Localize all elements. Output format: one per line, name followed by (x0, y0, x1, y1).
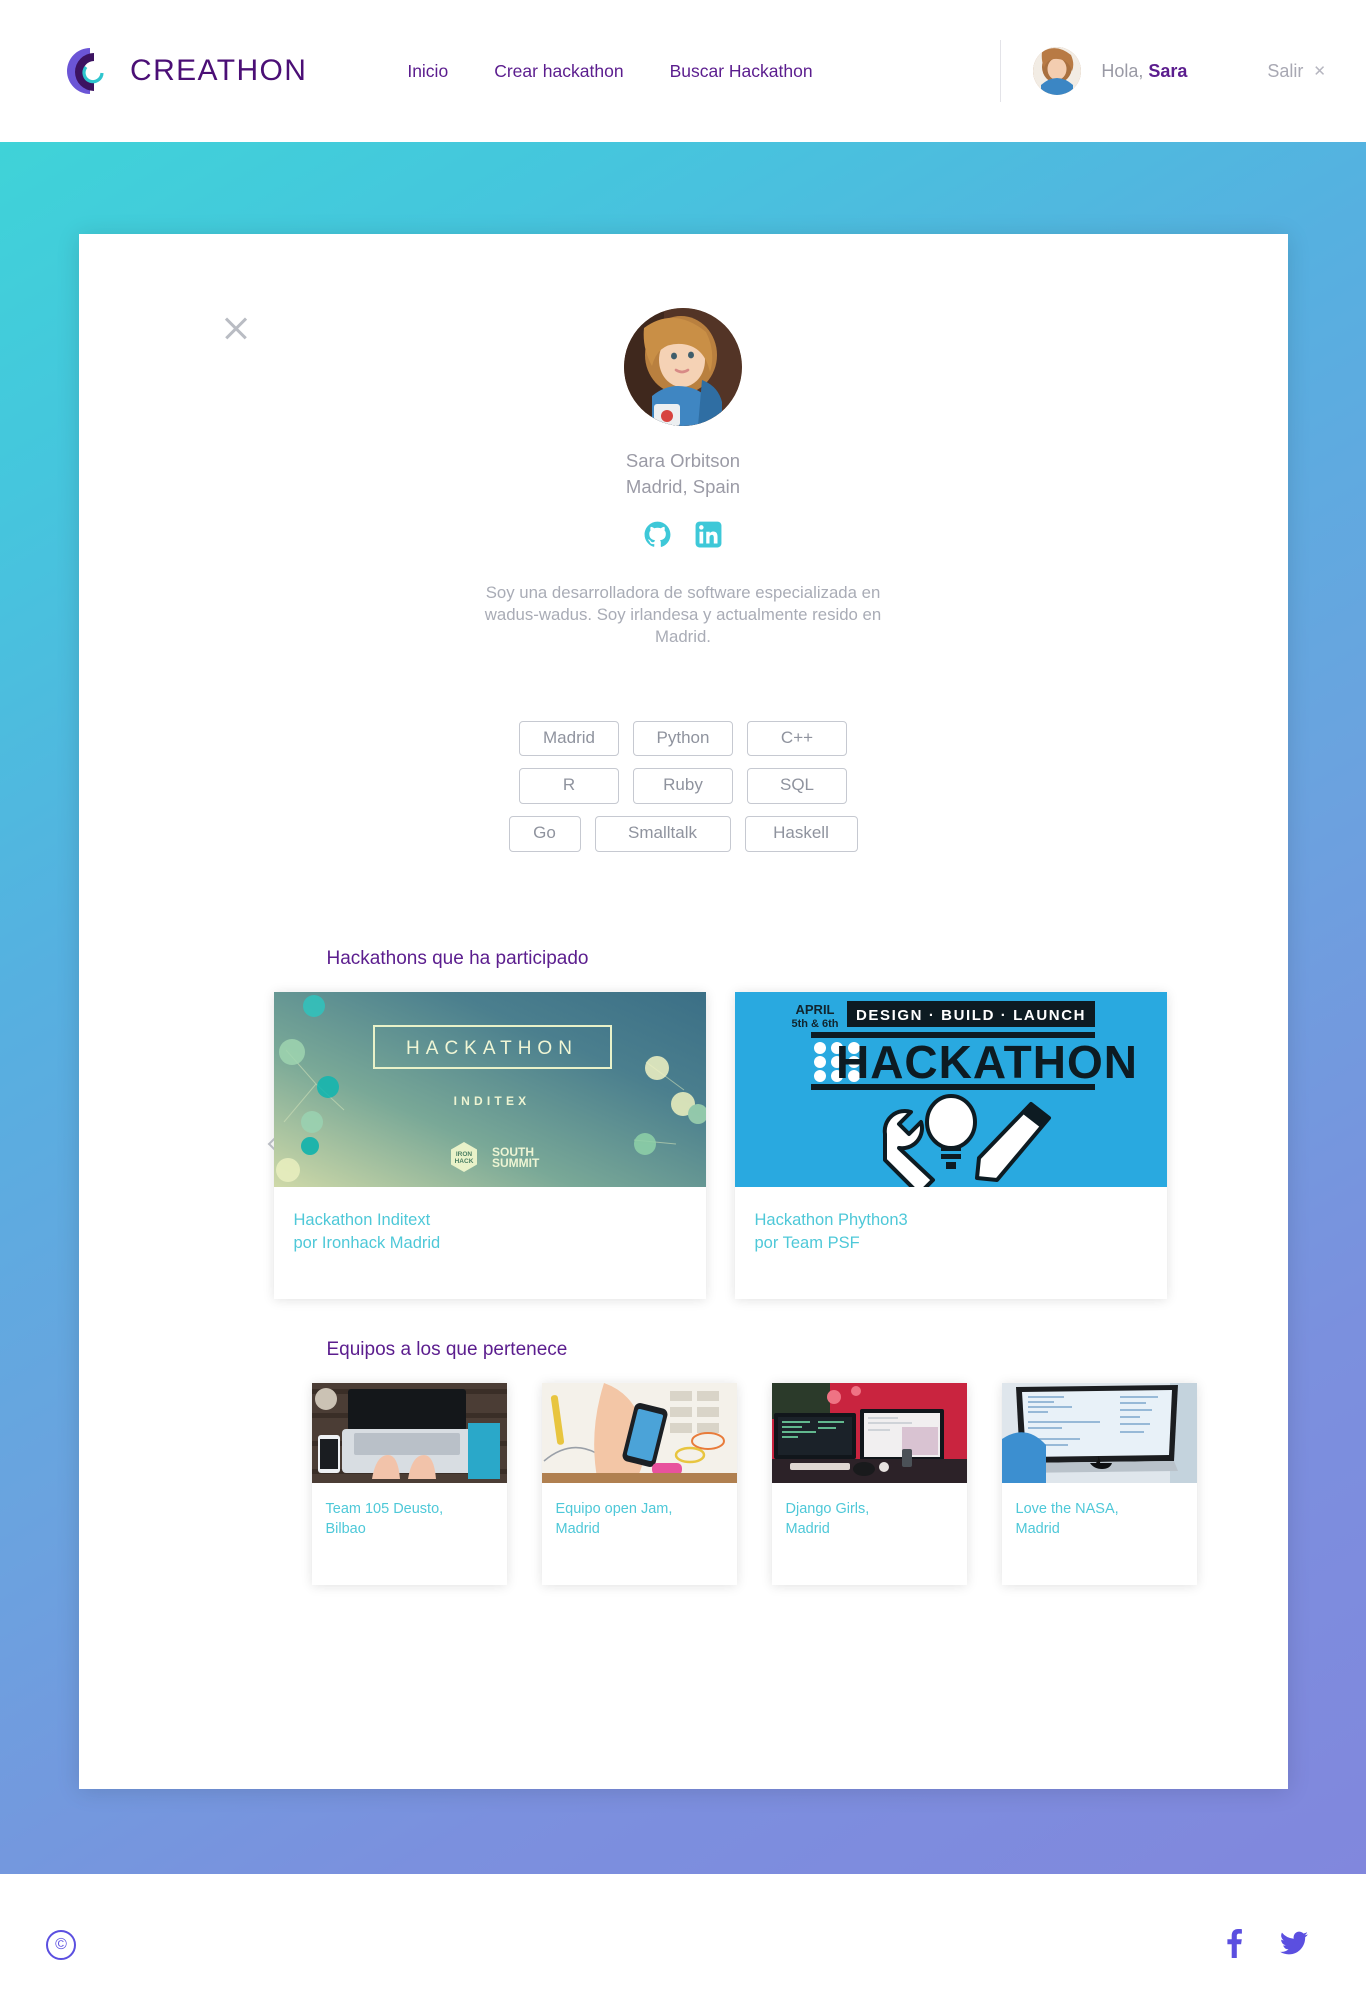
svg-text:5th & 6th: 5th & 6th (791, 1018, 838, 1030)
hackathon-card[interactable]: APRIL 5th & 6th DESIGN · BUILD · LAUNCH (734, 991, 1167, 1300)
hackathon-card-subtitle: por Team PSF (754, 1234, 860, 1252)
hackathons-carousel: HACKATHON INDITEX IRON HACK SOUTH SUMMIT (79, 991, 1288, 1300)
team-photo-laptop-hands (311, 1383, 507, 1484)
brand-name: CREATHON (130, 54, 308, 87)
greeting-text: Hola, Sara (1101, 61, 1187, 82)
team-card-line1: Django Girls, (785, 1501, 870, 1518)
svg-text:INDITEX: INDITEX (453, 1094, 530, 1108)
hackathon-card-meta: Hackathon Phython3 por Team PSF (735, 1187, 1167, 1300)
close-icon[interactable] (219, 311, 253, 345)
logout-label: Salir (1267, 60, 1304, 81)
close-x-icon: ✕ (1313, 63, 1326, 80)
team-card-meta: Love the NASA, Madrid (1002, 1483, 1197, 1585)
team-photo-sketches-phone (541, 1383, 737, 1484)
site-header: CREATHON Inicio Crear hackathon Buscar H… (0, 0, 1366, 142)
hackathon-python3-banner: APRIL 5th & 6th DESIGN · BUILD · LAUNCH (734, 991, 1167, 1187)
skill-tag[interactable]: R (519, 768, 619, 804)
team-card-line2: Madrid (785, 1521, 830, 1538)
hackathon-card-meta: Hackathon Inditext por Ironhack Madrid (274, 1187, 706, 1300)
profile-location: Madrid, Spain (625, 476, 741, 498)
twitter-icon[interactable] (1280, 1929, 1308, 1962)
team-card-line2: Madrid (1015, 1521, 1060, 1538)
teams-list: Team 105 Deusto, Bilbao Equipo open Jam,… (79, 1383, 1288, 1586)
svg-text:DESIGN · BUILD · LAUNCH: DESIGN · BUILD · LAUNCH (855, 1007, 1085, 1024)
facebook-icon[interactable] (1222, 1928, 1246, 1963)
nav-crear-hackathon[interactable]: Crear hackathon (494, 61, 623, 82)
hackathon-card[interactable]: HACKATHON INDITEX IRON HACK SOUTH SUMMIT (273, 991, 706, 1300)
site-footer: © (0, 1874, 1366, 2016)
team-card[interactable]: Team 105 Deusto, Bilbao (311, 1383, 507, 1586)
github-icon[interactable] (644, 521, 671, 548)
hackathon-card-title: Hackathon Phython3 (754, 1210, 908, 1229)
nav-inicio[interactable]: Inicio (407, 61, 448, 82)
hackathon-card-subtitle: por Ironhack Madrid (293, 1234, 441, 1252)
team-card-line2: Bilbao (325, 1521, 366, 1538)
skill-tag[interactable]: Go (508, 815, 581, 852)
svg-text:SUMMIT: SUMMIT (492, 1156, 540, 1170)
skill-tag[interactable]: Python (633, 720, 733, 757)
team-card-line1: Love the NASA, (1015, 1501, 1119, 1518)
linkedin-icon[interactable] (695, 521, 722, 548)
main-nav: Inicio Crear hackathon Buscar Hackathon (407, 61, 812, 82)
teams-section-title: Equipos a los que pertenece (326, 1339, 568, 1361)
skill-tag[interactable]: Haskell (744, 815, 858, 852)
svg-text:APRIL: APRIL (795, 1002, 834, 1017)
svg-text:HACKATHON: HACKATHON (835, 1036, 1137, 1088)
team-card-meta: Equipo open Jam, Madrid (542, 1483, 737, 1585)
team-photo-dual-monitors (771, 1383, 967, 1484)
header-divider (1000, 40, 1002, 102)
team-card[interactable]: Django Girls, Madrid (771, 1383, 967, 1586)
team-card-meta: Django Girls, Madrid (772, 1483, 967, 1585)
team-photo-imac-code (1001, 1383, 1197, 1484)
brand-logo[interactable]: CREATHON (64, 45, 307, 97)
skill-tag[interactable]: SQL (747, 768, 847, 804)
svg-text:HACKATHON: HACKATHON (406, 1038, 578, 1059)
greeting-user-name: Sara (1148, 60, 1188, 81)
nav-buscar-hackathon[interactable]: Buscar Hackathon (670, 61, 813, 82)
profile-bio: Soy una desarrolladora de software espec… (484, 582, 882, 647)
skill-tags: Madrid Python C++ R Ruby SQL Go Smalltal… (494, 720, 872, 852)
creathon-c-logo-icon (64, 45, 116, 97)
skill-tag[interactable]: Ruby (633, 768, 733, 804)
team-card-line1: Team 105 Deusto, (325, 1501, 444, 1518)
hackathon-card-title: Hackathon Inditext (293, 1210, 431, 1229)
svg-text:IRON: IRON (455, 1151, 472, 1158)
copyright-icon: © (46, 1930, 76, 1960)
team-card-line2: Madrid (555, 1521, 600, 1538)
skill-tag[interactable]: C++ (747, 720, 847, 757)
greeting-prefix: Hola, (1101, 60, 1149, 81)
logout-button[interactable]: Salir ✕ (1267, 61, 1326, 82)
svg-text:HACK: HACK (454, 1158, 473, 1165)
team-card[interactable]: Love the NASA, Madrid (1001, 1383, 1197, 1586)
skill-tag[interactable]: Smalltalk (594, 815, 731, 852)
header-user-area: Hola, Sara Salir ✕ (1000, 40, 1366, 102)
carousel-track: HACKATHON INDITEX IRON HACK SOUTH SUMMIT (273, 991, 1167, 1300)
profile-modal: Sara Orbitson Madrid, Spain Soy una desa… (78, 234, 1288, 1789)
team-card-line1: Equipo open Jam, (555, 1501, 673, 1518)
profile-name: Sara Orbitson (625, 450, 741, 471)
hackathons-section: Hackathons que ha participado HACKATHON … (79, 948, 1288, 1300)
team-card-meta: Team 105 Deusto, Bilbao (312, 1483, 507, 1585)
team-card[interactable]: Equipo open Jam, Madrid (541, 1383, 737, 1586)
user-avatar[interactable] (1033, 47, 1082, 95)
hackathon-inditex-banner: HACKATHON INDITEX IRON HACK SOUTH SUMMIT (273, 991, 706, 1187)
gradient-background: Sara Orbitson Madrid, Spain Soy una desa… (0, 142, 1366, 1874)
profile-photo (624, 308, 742, 426)
skill-tag[interactable]: Madrid (519, 720, 619, 757)
social-links (79, 521, 1288, 548)
profile-header: Sara Orbitson Madrid, Spain Soy una desa… (79, 234, 1288, 649)
footer-social-links (1222, 1928, 1308, 1963)
hackathons-section-title: Hackathons que ha participado (326, 947, 589, 969)
teams-section: Equipos a los que pertenece Team 105 Deu… (79, 1339, 1288, 1586)
